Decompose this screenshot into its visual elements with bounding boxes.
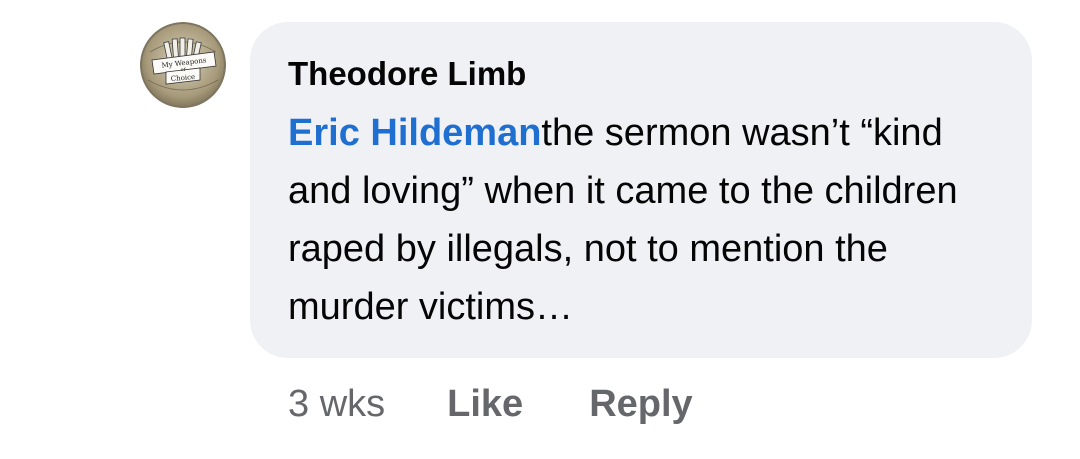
mention-link[interactable]: Eric Hildeman — [288, 112, 541, 154]
reply-button[interactable]: Reply — [589, 383, 692, 426]
comment-bubble: Theodore Limb Eric Hildemanthe sermon wa… — [250, 22, 1032, 358]
avatar[interactable]: My Weapons of Choice — [140, 22, 226, 108]
comment-author[interactable]: Theodore Limb — [288, 54, 526, 94]
like-button[interactable]: Like — [447, 383, 523, 426]
comment-body: Eric Hildemanthe sermon wasn’t “kind and… — [288, 104, 1008, 336]
my-weapons-of-choice-badge-icon: My Weapons of Choice — [140, 22, 226, 108]
comment-timestamp[interactable]: 3 wks — [288, 383, 385, 426]
comment-actions: 3 wks Like Reply — [288, 376, 693, 432]
comment-thread: My Weapons of Choice Theodore Limb Eric … — [0, 0, 1080, 459]
